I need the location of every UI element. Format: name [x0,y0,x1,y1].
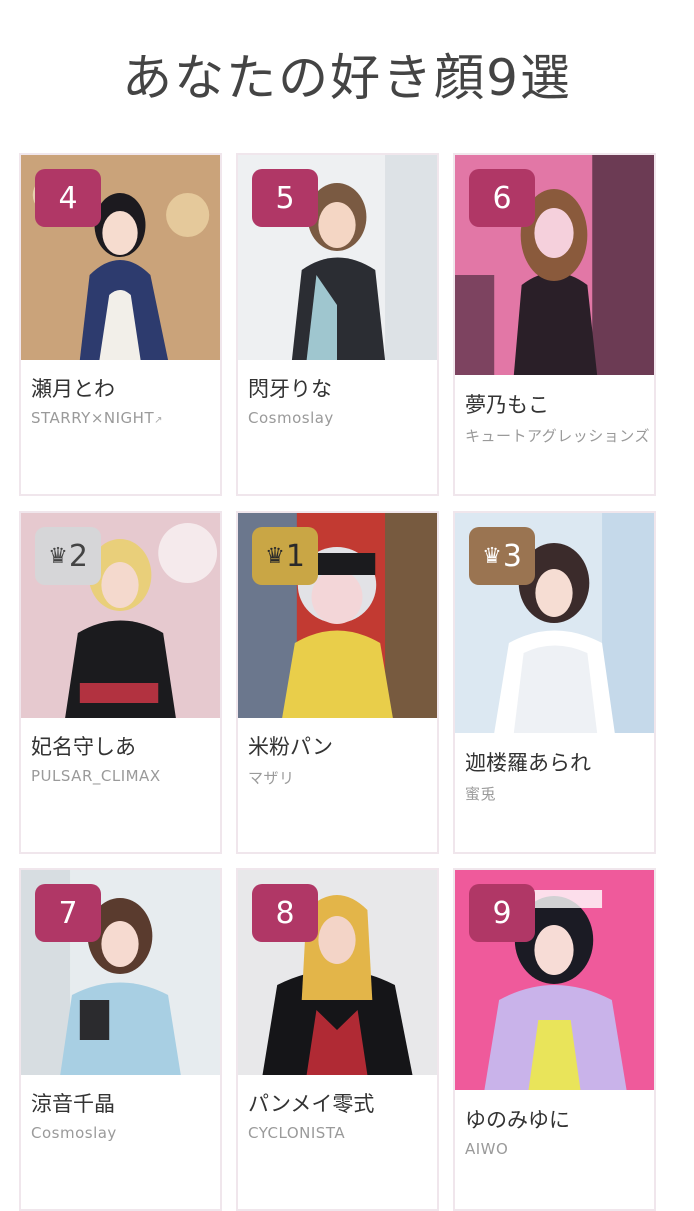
external-link-icon: ↗ [154,415,163,426]
rank-number: 1 [285,538,305,574]
idol-name: ゆのみゆに [465,1108,570,1132]
idol-card[interactable]: ♛ 2 妃名守しあ PULSAR_CLIMAX [19,511,222,854]
rank-number: 4 [58,180,78,216]
rank-badge: ♛ 2 [35,527,101,585]
group-name[interactable]: STARRY×NIGHT↗ [31,409,163,427]
rank-number: 3 [502,538,522,574]
rank-number: 5 [275,180,295,216]
rank-number: 6 [492,180,512,216]
idol-name: パンメイ零式 [248,1092,375,1116]
rank-badge: 8 [252,884,318,942]
crown-icon: ♛ [482,543,502,569]
group-name: Cosmoslay [31,1124,117,1142]
rank-badge: ♛ 1 [252,527,318,585]
idol-card[interactable]: 8 パンメイ零式 CYCLONISTA [236,868,439,1211]
rank-badge: 9 [469,884,535,942]
idol-card[interactable]: 5 閃牙りな Cosmoslay [236,153,439,496]
idol-card[interactable]: 6 夢乃もこ キュートアグレッションズ [453,153,656,496]
group-name: 蜜兎 [465,785,497,803]
rank-number: 8 [275,895,295,931]
rank-badge: 6 [469,169,535,227]
rank-number: 7 [58,895,78,931]
idol-card[interactable]: 4 瀬月とわ STARRY×NIGHT↗ [19,153,222,496]
rank-number: 9 [492,895,512,931]
rank-badge: 7 [35,884,101,942]
crown-icon: ♛ [48,543,68,569]
group-name-text[interactable]: STARRY×NIGHT [31,409,154,427]
group-name: キュートアグレッションズ [465,427,650,445]
group-name: PULSAR_CLIMAX [31,767,161,785]
idol-card[interactable]: 7 涼音千晶 Cosmoslay [19,868,222,1211]
rank-number: 2 [68,538,88,574]
idol-card[interactable]: ♛ 3 迦楼羅あられ 蜜兎 [453,511,656,854]
group-name: CYCLONISTA [248,1124,346,1142]
idol-name: 夢乃もこ [465,393,549,417]
idol-card[interactable]: ♛ 1 米粉パン マザリ [236,511,439,854]
rank-badge: 4 [35,169,101,227]
idol-name: 瀬月とわ [31,377,115,401]
idol-name: 閃牙りな [248,377,332,401]
idol-name: 涼音千晶 [31,1092,115,1116]
idol-name: 迦楼羅あられ [465,751,591,775]
idol-card[interactable]: 9 ゆのみゆに AIWO [453,868,656,1211]
idol-name: 妃名守しあ [31,735,136,759]
group-name: Cosmoslay [248,409,334,427]
rank-badge: 5 [252,169,318,227]
crown-icon: ♛ [265,543,285,569]
group-name: AIWO [465,1140,509,1158]
group-name: マザリ [248,769,295,787]
idol-name: 米粉パン [248,735,334,759]
rank-badge: ♛ 3 [469,527,535,585]
idol-card-grid: 4 瀬月とわ STARRY×NIGHT↗ 5 閃牙りな Cosmoslay 6 … [0,0,694,1211]
